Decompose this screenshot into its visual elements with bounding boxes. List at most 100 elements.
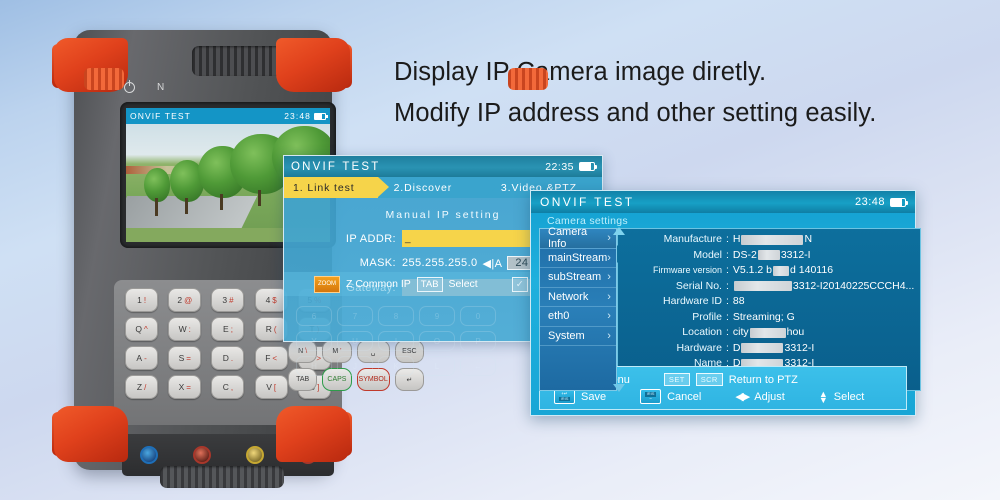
- return-to-ptz-label: Return to PTZ: [728, 373, 798, 386]
- camera-window-titlebar: ONVIF TEST 23:48: [531, 191, 915, 213]
- jack-ground-icon[interactable]: [139, 446, 158, 464]
- detail-row-hardware: Hardware: D 3312-I: [622, 341, 914, 357]
- bumper-top-left: [54, 38, 128, 92]
- ghost-key: 7: [337, 306, 373, 326]
- device-screen-statusbar: ONVIF TEST 23:48: [126, 108, 330, 124]
- up-down-arrows-icon: ▲ ▼: [818, 388, 828, 405]
- check-icon[interactable]: ✓: [511, 276, 528, 292]
- key-3[interactable]: 3 #: [211, 288, 245, 312]
- detail-key: Manufacture: [663, 233, 722, 245]
- menu-item-label: Network: [548, 290, 589, 303]
- key-f[interactable]: F <: [254, 346, 288, 370]
- ghost-key: U: [337, 331, 373, 351]
- menu-item-label: System: [548, 329, 585, 342]
- key-d[interactable]: D.: [211, 346, 245, 370]
- bumper-bottom-right: [276, 406, 350, 462]
- iris-save-button-icon[interactable]: +↵ IRIS: [554, 389, 575, 404]
- key-c[interactable]: C,: [211, 375, 245, 399]
- menu-item-label: mainStream: [548, 251, 608, 264]
- tab-link-test[interactable]: 1. Link test: [284, 177, 389, 198]
- scroll-down-icon[interactable]: [612, 384, 625, 392]
- redacted-text: [741, 234, 804, 245]
- key-z[interactable]: Z /: [125, 375, 159, 399]
- chevron-right-icon: ›: [607, 329, 611, 342]
- menu-item-camera-info[interactable]: Camera Info ›: [540, 226, 616, 250]
- key-label: Z: [136, 382, 143, 392]
- key-label: Q: [135, 324, 143, 334]
- tab-arrow-icon: [484, 177, 496, 197]
- device-bottom-grip: [160, 466, 284, 488]
- tab-key-icon[interactable]: TAB: [416, 276, 443, 292]
- tree-trunk: [258, 190, 261, 206]
- ghost-key: 6: [296, 306, 332, 326]
- menu-item-eth0[interactable]: eth0 ›: [540, 307, 616, 327]
- key-symbol: .: [230, 353, 234, 363]
- mask-label: MASK:: [359, 257, 396, 269]
- menu-item-system[interactable]: System ›: [540, 327, 616, 346]
- mask-left-hint: ◀|A: [482, 257, 503, 270]
- set-key-icon[interactable]: SET: [663, 373, 690, 386]
- key-symbol: @: [184, 295, 193, 305]
- key-e[interactable]: E;: [211, 317, 245, 341]
- ghost-row: 67890: [296, 306, 526, 326]
- key-label: E: [223, 324, 229, 334]
- key-v[interactable]: V[: [254, 375, 288, 399]
- ghost-key: ←: [460, 356, 496, 376]
- adjust-label: Adjust: [754, 390, 785, 403]
- mask-value: 255.255.255.0: [402, 257, 478, 269]
- detail-key: Profile: [692, 310, 722, 323]
- menu-item-label: eth0: [548, 310, 570, 323]
- tab-discover[interactable]: 2.Discover: [377, 177, 496, 198]
- ghost-key: J: [337, 356, 373, 376]
- key-1[interactable]: 1!: [125, 288, 159, 312]
- select-label: Select: [833, 390, 865, 403]
- iris2-minus-label: −: [649, 395, 652, 401]
- key-label: X: [178, 382, 185, 392]
- key-w[interactable]: W:: [168, 317, 202, 341]
- detail-row-location: Location: city hou: [622, 325, 914, 341]
- iris-cancel-button-icon[interactable]: IRIS −: [640, 389, 662, 404]
- background-keyboard-ghost: 67890 YUIOP H J K L ←: [296, 306, 526, 384]
- ghost-key: L: [419, 356, 455, 376]
- battery-icon: [890, 197, 909, 207]
- menu-item-substream[interactable]: subStream ›: [540, 268, 616, 288]
- device-screen-title: ONVIF TEST: [130, 111, 191, 121]
- zoom-button-icon[interactable]: ZOOM: [314, 275, 340, 293]
- key-a[interactable]: A-: [125, 346, 159, 370]
- camera-settings-menu[interactable]: Camera Info › mainStream › subStream › N…: [539, 226, 625, 392]
- n-indicator-label: N: [157, 81, 165, 93]
- menu-item-mainstream[interactable]: mainStream ›: [540, 249, 616, 268]
- scroll-up-icon[interactable]: [612, 227, 625, 235]
- camera-window-clock: 23:48: [854, 196, 885, 208]
- detail-value: HN: [732, 233, 813, 245]
- power-icon: [124, 80, 135, 93]
- detail-key: Location: [682, 326, 722, 338]
- key-x[interactable]: X =: [168, 375, 202, 399]
- redacted-text: [773, 265, 790, 276]
- key-label: S: [178, 353, 185, 363]
- key-label: R: [265, 324, 272, 334]
- redacted-text: [749, 327, 786, 338]
- key-symbol: ,: [230, 382, 234, 392]
- scr-key-icon[interactable]: SCR: [695, 373, 723, 386]
- key-label: 4: [265, 295, 271, 305]
- jack-com-icon[interactable]: [245, 446, 264, 464]
- key-s[interactable]: S =: [168, 346, 202, 370]
- menu-item-network[interactable]: Network ›: [540, 288, 616, 307]
- left-right-arrows-icon: ◀▶: [735, 391, 750, 403]
- key-q[interactable]: Q ^: [125, 317, 159, 341]
- detail-value: city hou: [732, 326, 805, 338]
- detail-value: 3312-I20140225CCCH4...: [733, 279, 914, 295]
- save-label: Save: [581, 390, 607, 403]
- camera-window-title: ONVIF TEST: [540, 195, 635, 209]
- key-label: D: [222, 353, 229, 363]
- bumper-bottom-left: [54, 406, 128, 462]
- key-2[interactable]: 2 @: [168, 288, 202, 312]
- key-symbol: =: [186, 382, 191, 392]
- battery-icon: [579, 162, 598, 171]
- jack-ma-icon[interactable]: [192, 446, 211, 464]
- redacted-text: [733, 281, 792, 292]
- key-symbol: -: [144, 353, 147, 363]
- ghost-key: H: [296, 356, 332, 376]
- detail-key: Firmware version: [652, 265, 722, 275]
